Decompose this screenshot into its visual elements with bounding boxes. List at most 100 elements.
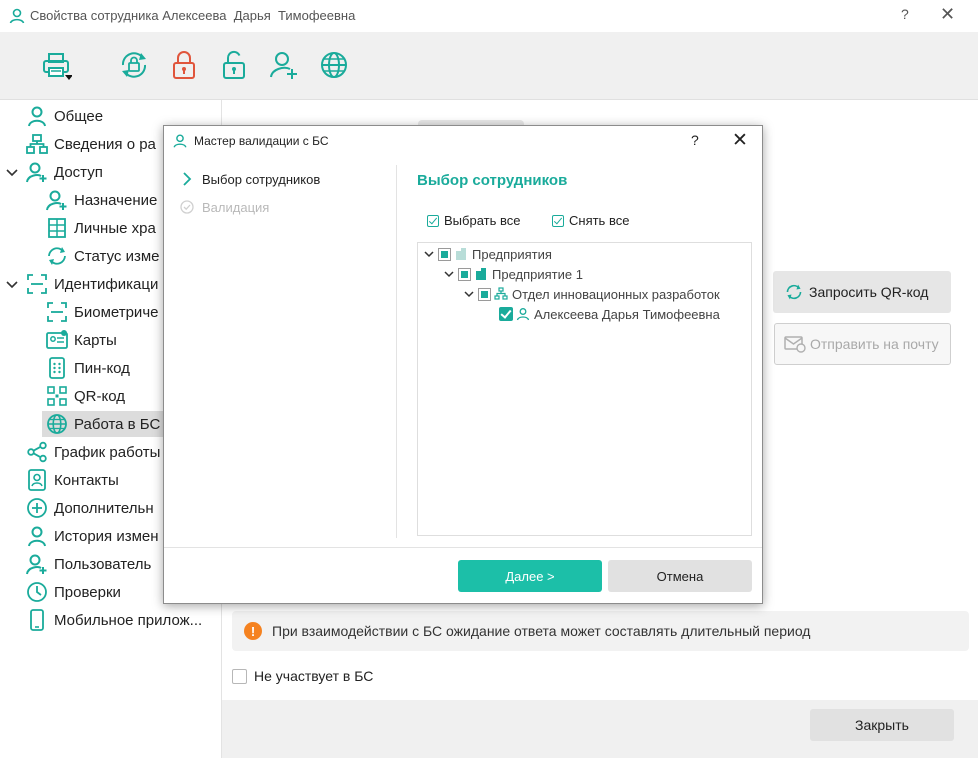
tree-node-department[interactable]: Отдел инновационных разработок (464, 285, 720, 303)
sidebar-item-label: Контакты (54, 471, 119, 489)
sidebar-item-label: Работа в БС (74, 415, 161, 433)
validation-wizard-dialog: Мастер валидации с БС ? ✕ Выбор сотрудни… (163, 125, 763, 604)
sync-lock-icon[interactable] (118, 49, 150, 81)
close-button[interactable]: Закрыть (810, 709, 954, 741)
sidebar-item-personal-storage[interactable]: Личные хра (46, 215, 156, 241)
chevron-down-icon[interactable] (5, 278, 19, 292)
deselect-all-button[interactable]: Снять все (552, 213, 629, 228)
tree-checkbox-partial[interactable] (478, 287, 491, 301)
request-qr-code-button[interactable]: Запросить QR-код (773, 271, 951, 313)
share-icon (27, 441, 47, 463)
phone-icon (30, 609, 44, 631)
sidebar-item-bs-work[interactable]: Работа в БС (42, 411, 164, 437)
window-titlebar: Свойства сотрудника Алексеева Дарья Тимо… (0, 0, 978, 32)
sidebar-item-cards[interactable]: Карты (46, 327, 117, 353)
tree-node-label: Предприятие 1 (492, 266, 583, 282)
lock-icon[interactable] (168, 49, 200, 81)
user-icon (28, 106, 46, 127)
sidebar-item-change-status[interactable]: Статус изме (46, 243, 160, 269)
tree-node-company[interactable]: Предприятие 1 (444, 265, 583, 283)
warning-text: При взаимодействии с БС ожидание ответа … (272, 623, 811, 639)
wizard-step-validation: Валидация (180, 199, 269, 215)
check-circle-icon (180, 200, 194, 214)
globe-icon[interactable] (318, 49, 350, 81)
tree-checkbox-checked[interactable] (499, 307, 513, 321)
sidebar-item-label: История измен (54, 527, 159, 545)
chevron-down-icon[interactable] (464, 289, 474, 299)
tree-checkbox-partial[interactable] (438, 247, 451, 261)
sidebar-item-checks[interactable]: Проверки (26, 579, 121, 605)
sidebar-item-change-history[interactable]: История измен (26, 523, 159, 549)
dialog-help-button[interactable]: ? (691, 132, 699, 148)
user-add-icon[interactable] (268, 49, 300, 81)
sidebar-item-job-info[interactable]: Сведения о ра (26, 131, 156, 157)
sidebar-item-contacts[interactable]: Контакты (26, 467, 119, 493)
sidebar-item-user[interactable]: Пользователь (26, 551, 151, 577)
chevron-right-icon (183, 172, 192, 186)
sidebar-item-label: Карты (74, 331, 117, 349)
chevron-down-icon[interactable] (5, 166, 19, 180)
qr-code-icon (47, 386, 67, 406)
mail-icon (784, 336, 806, 353)
sidebar-item-label: График работы (54, 443, 161, 461)
employee-tree: Предприятия Предприятие 1 Отдел инноваци… (417, 242, 752, 536)
steps-divider (396, 165, 397, 538)
send-by-email-button[interactable]: Отправить на почту (774, 323, 951, 365)
sidebar-item-access[interactable]: Доступ (26, 159, 103, 185)
dialog-close-button[interactable]: ✕ (732, 129, 748, 152)
sidebar-item-biometrics[interactable]: Биометриче (46, 299, 158, 325)
id-card-icon (46, 330, 68, 349)
sidebar-item-label: Дополнительн (54, 499, 154, 517)
sidebar-item-additional[interactable]: Дополнительн (26, 495, 154, 521)
clock-icon (27, 582, 47, 602)
unlock-icon[interactable] (218, 49, 250, 81)
not-participate-label: Не участвует в БС (254, 668, 374, 684)
user-icon (516, 308, 530, 321)
sidebar-item-label: Личные хра (74, 219, 156, 237)
sidebar-item-label: Пин-код (74, 359, 130, 377)
building-icon (456, 248, 466, 260)
select-all-button[interactable]: Выбрать все (427, 213, 520, 228)
user-add-icon (46, 190, 67, 211)
tree-node-employee[interactable]: Алексеева Дарья Тимофеевна (499, 305, 720, 323)
locker-grid-icon (48, 218, 66, 238)
cancel-button[interactable]: Отмена (608, 560, 752, 592)
sidebar-item-label: Биометриче (74, 303, 159, 321)
tree-node-enterprises[interactable]: Предприятия (424, 245, 552, 263)
section-title: Выбор сотрудников (417, 172, 568, 189)
sidebar-item-label: Пользователь (54, 555, 152, 573)
plus-circle-icon (27, 498, 47, 518)
next-button[interactable]: Далее > (458, 560, 602, 592)
tree-checkbox-partial[interactable] (458, 267, 471, 281)
keypad-icon (49, 357, 65, 379)
sidebar-item-label: Проверки (54, 583, 121, 601)
deselect-all-label: Снять все (569, 213, 630, 228)
chevron-down-icon[interactable] (444, 269, 454, 279)
wizard-step-label: Выбор сотрудников (202, 171, 321, 187)
sidebar-item-label: Идентификаци (54, 275, 159, 293)
sidebar-item-assignment[interactable]: Назначение (46, 187, 157, 213)
org-structure-icon (26, 134, 48, 154)
globe-icon (47, 414, 67, 434)
building-icon (476, 268, 486, 280)
face-scan-icon (47, 302, 67, 322)
sidebar-item-mobile-app[interactable]: Мобильное прилож... (26, 607, 202, 633)
help-button[interactable]: ? (901, 6, 909, 22)
wizard-step-select-employees[interactable]: Выбор сотрудников (180, 171, 320, 187)
send-by-email-label: Отправить на почту (810, 336, 939, 352)
sidebar-item-schedule[interactable]: График работы (26, 439, 160, 465)
not-participate-checkbox[interactable] (232, 668, 247, 684)
sidebar-item-qr-code[interactable]: QR-код (46, 383, 125, 409)
sidebar-item-pin-code[interactable]: Пин-код (46, 355, 130, 381)
not-participate-checkbox-row[interactable]: Не участвует в БС (232, 668, 373, 684)
select-all-label: Выбрать все (444, 213, 521, 228)
printer-icon[interactable] (40, 49, 72, 81)
wizard-step-label: Валидация (202, 199, 270, 215)
window-title: Свойства сотрудника Алексеева Дарья Тимо… (30, 8, 356, 23)
close-window-button[interactable]: ✕ (940, 4, 955, 25)
refresh-icon (48, 247, 66, 265)
bs-wait-warning: ! При взаимодействии с БС ожидание ответ… (232, 611, 969, 651)
sidebar-item-general[interactable]: Общее (26, 103, 103, 129)
sidebar-item-identification[interactable]: Идентификаци (26, 271, 158, 297)
chevron-down-icon[interactable] (424, 249, 434, 259)
